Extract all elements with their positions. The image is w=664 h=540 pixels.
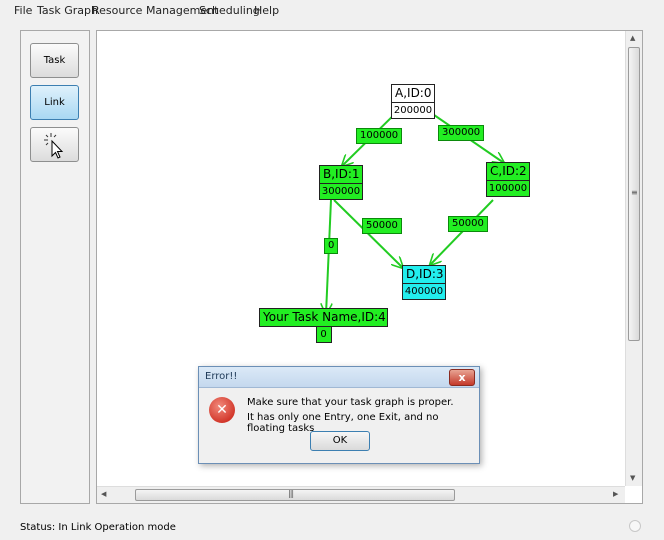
node-name: Your Task Name,ID:4 — [259, 308, 388, 327]
node-name: C,ID:2 — [486, 162, 530, 181]
pointer-tool-button[interactable] — [30, 127, 79, 162]
scroll-right-icon[interactable]: ▶ — [613, 490, 618, 498]
edge-b-e[interactable] — [326, 199, 331, 314]
error-dialog: Error!! x ✕ Make sure that your task gra… — [198, 366, 480, 464]
status-text: Status: In Link Operation mode — [20, 522, 176, 533]
tool-panel: Task Link — [20, 30, 90, 504]
node-name: B,ID:1 — [319, 165, 363, 184]
horizontal-scroll-thumb[interactable]: ||| — [135, 489, 455, 501]
grip-icon: ||| — [288, 489, 294, 498]
grip-icon: ≡ — [631, 188, 638, 197]
task-node-e[interactable]: Your Task Name,ID:4 0 — [259, 308, 388, 343]
task-node-b[interactable]: B,ID:1 300000 — [319, 165, 363, 200]
status-bar: Status: In Link Operation mode — [0, 512, 664, 540]
edge-weight-label: 50000 — [362, 218, 402, 234]
task-tool-button[interactable]: Task — [30, 43, 79, 78]
menu-help[interactable]: Help — [254, 4, 279, 17]
link-tool-button[interactable]: Link — [30, 85, 79, 120]
menu-file[interactable]: File — [14, 4, 32, 17]
vertical-scrollbar[interactable]: ▲ ≡ ▼ — [625, 31, 642, 486]
edge-weight-label: 300000 — [438, 125, 485, 141]
error-icon: ✕ — [209, 397, 235, 423]
edge-weight-label: 100000 — [356, 128, 403, 144]
ok-button[interactable]: OK — [310, 431, 370, 451]
node-value: 400000 — [402, 284, 446, 300]
scroll-left-icon[interactable]: ◀ — [101, 490, 106, 498]
dialog-title-bar: Error!! x — [199, 367, 479, 388]
node-name: D,ID:3 — [402, 265, 446, 284]
edge-weight-label: 50000 — [448, 216, 488, 232]
node-value: 0 — [315, 327, 332, 343]
scroll-up-icon[interactable]: ▲ — [630, 34, 635, 42]
edge-c-d[interactable] — [430, 199, 494, 265]
task-node-d[interactable]: D,ID:3 400000 — [402, 265, 446, 300]
menu-task-graph[interactable]: Task Graph — [37, 4, 98, 17]
horizontal-scrollbar[interactable]: ◀ ||| ▶ — [97, 486, 625, 503]
node-value: 100000 — [486, 181, 530, 197]
menu-bar: File Task Graph Resource Management Sche… — [0, 0, 664, 22]
close-icon[interactable]: x — [449, 369, 475, 386]
edge-weight-label: 0 — [324, 238, 339, 254]
node-value: 300000 — [319, 184, 363, 200]
task-node-a[interactable]: A,ID:0 200000 — [391, 84, 435, 119]
pointer-cursor-icon — [43, 132, 63, 159]
node-name: A,ID:0 — [391, 84, 435, 103]
scroll-down-icon[interactable]: ▼ — [630, 474, 635, 482]
dialog-message-line-1: Make sure that your task graph is proper… — [247, 397, 454, 408]
menu-scheduling[interactable]: Scheduling — [199, 4, 260, 17]
dialog-title: Error!! — [205, 371, 238, 382]
status-indicator-icon — [629, 520, 641, 532]
task-node-c[interactable]: C,ID:2 100000 — [486, 162, 530, 197]
edge-b-d[interactable] — [333, 199, 403, 268]
vertical-scroll-thumb[interactable]: ≡ — [628, 47, 640, 341]
node-value: 200000 — [391, 103, 435, 119]
